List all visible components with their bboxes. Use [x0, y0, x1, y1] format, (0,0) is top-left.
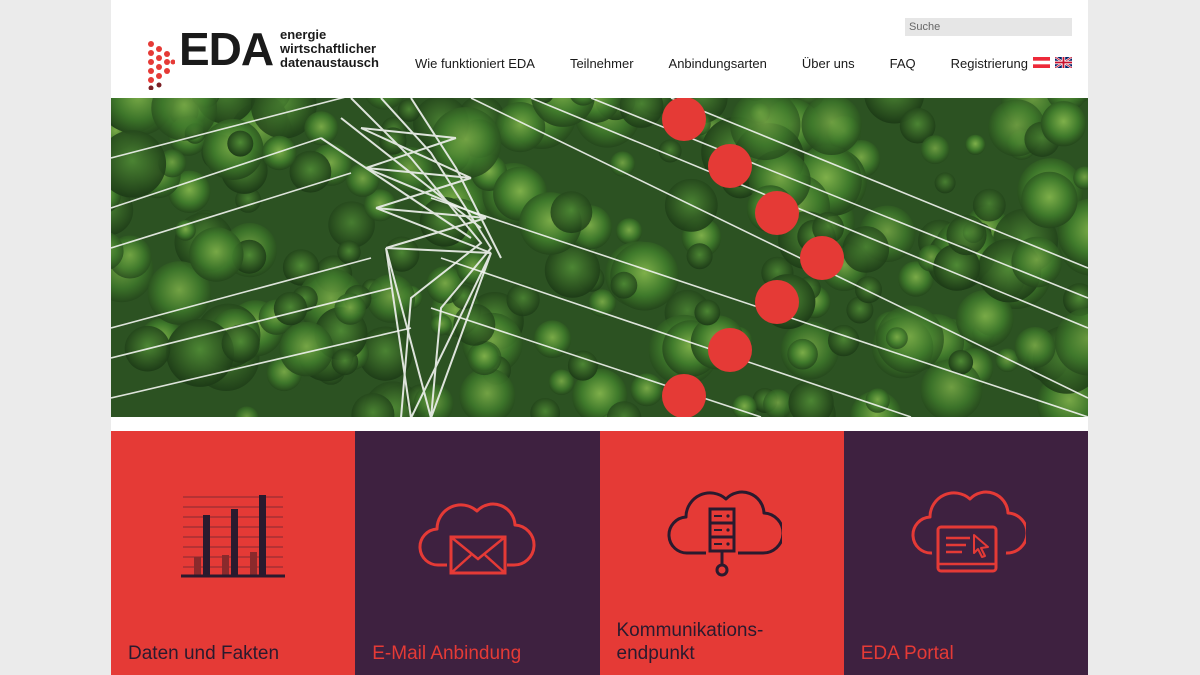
- logo-wordmark: EDA: [179, 23, 274, 75]
- tile-label: Kommunikations- endpunkt: [617, 619, 764, 665]
- tile-label-line: Kommunikations-: [616, 620, 764, 641]
- tile-label: EDA Portal: [861, 642, 954, 665]
- tile-label-line: EDA Portal: [860, 643, 954, 664]
- cloud-server-icon: [666, 490, 782, 577]
- cloud-portal-icon: [911, 490, 1026, 573]
- nav-item-teilnehmer[interactable]: Teilnehmer: [570, 56, 634, 71]
- eda-logo[interactable]: EDA energie wirtschaftlicher datenaustau…: [147, 26, 387, 90]
- nav-item-wie-funktioniert-eda[interactable]: Wie funktioniert EDA: [415, 56, 535, 71]
- bar-chart-icon: [181, 495, 285, 578]
- tile-label-line: Daten und Fakten: [128, 643, 280, 664]
- main-nav: Wie funktioniert EDA Teilnehmer Anbindun…: [415, 56, 1028, 71]
- search-input[interactable]: [905, 18, 1072, 36]
- tile-email-anbindung[interactable]: E-Mail Anbindung: [355, 431, 600, 675]
- nav-item-faq[interactable]: FAQ: [890, 56, 916, 71]
- hero-forest-illustration: [111, 98, 1088, 417]
- nav-item-registrierung[interactable]: Registrierung: [951, 56, 1028, 71]
- logo-tagline-line: datenaustausch: [280, 55, 379, 70]
- uk-flag-icon[interactable]: [1055, 57, 1072, 68]
- feature-tiles: Daten und Fakten E-Mail Anbindung Kommun…: [111, 431, 1088, 675]
- cloud-mail-icon: [418, 502, 536, 575]
- tile-daten-und-fakten[interactable]: Daten und Fakten: [111, 431, 356, 675]
- tile-label-line: endpunkt: [616, 643, 695, 664]
- hero-image: [111, 98, 1088, 417]
- tile-eda-portal[interactable]: EDA Portal: [843, 431, 1088, 675]
- austria-flag-icon[interactable]: [1033, 57, 1050, 68]
- nav-item-ueber-uns[interactable]: Über uns: [802, 56, 855, 71]
- tile-kommunikationsendpunkt[interactable]: Kommunikations- endpunkt: [599, 431, 844, 675]
- tile-label: Daten und Fakten: [128, 642, 279, 665]
- language-switcher: [1033, 57, 1072, 68]
- page: EDA energie wirtschaftlicher datenaustau…: [111, 0, 1088, 675]
- tile-label: E-Mail Anbindung: [372, 642, 521, 665]
- logo-tagline-line: wirtschaftlicher: [280, 41, 377, 56]
- tile-label-line: E-Mail Anbindung: [372, 643, 522, 664]
- logo-dots-icon: [148, 41, 175, 90]
- logo-tagline: energie wirtschaftlicher datenaustausch: [280, 28, 379, 70]
- nav-item-anbindungsarten[interactable]: Anbindungsarten: [669, 56, 767, 71]
- logo-tagline-line: energie: [280, 27, 327, 42]
- site-header: EDA energie wirtschaftlicher datenaustau…: [111, 0, 1088, 98]
